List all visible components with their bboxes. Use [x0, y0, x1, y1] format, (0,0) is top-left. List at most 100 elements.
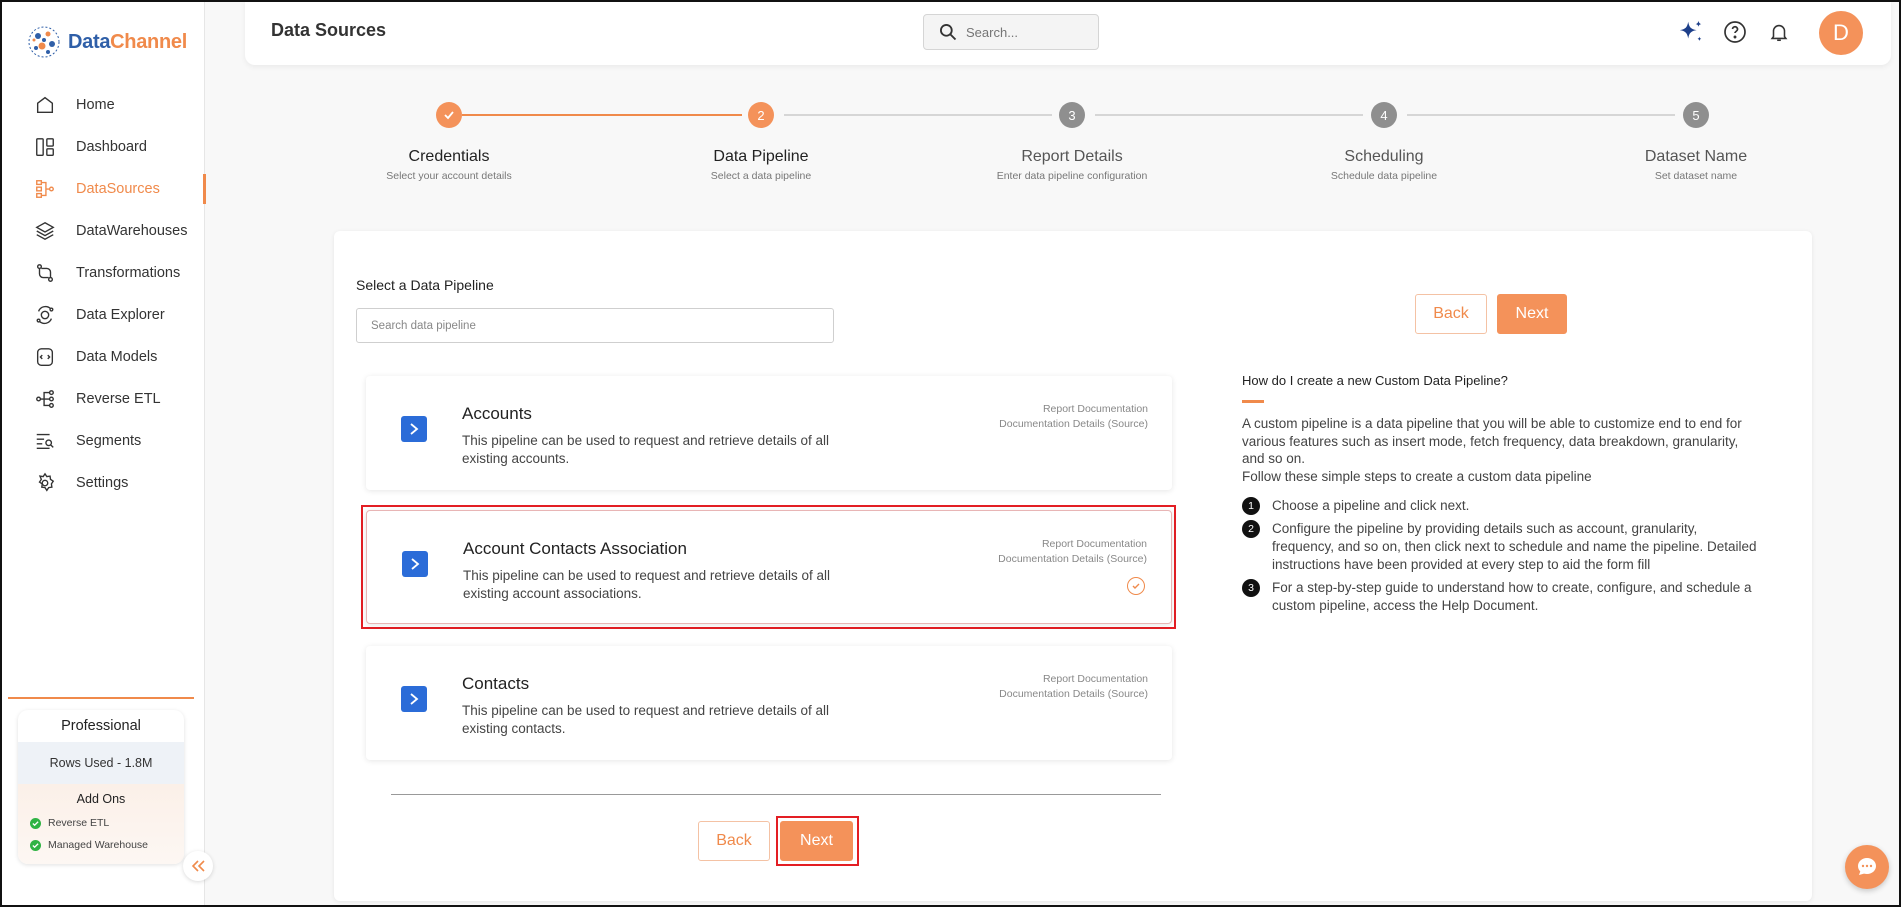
sidebar-item-label: Segments [76, 433, 142, 449]
sidebar-item-transformations[interactable]: Transformations [0, 252, 205, 294]
double-chevron-left-icon [191, 860, 205, 872]
sidebar-item-reverse-etl[interactable]: Reverse ETL [0, 378, 205, 420]
ai-sparkle-button[interactable] [1677, 18, 1705, 46]
sidebar-item-data-explorer[interactable]: Data Explorer [0, 294, 205, 336]
logo-text: DataChannel [68, 30, 187, 53]
logo[interactable]: DataChannel [26, 22, 187, 62]
sidebar-item-datasources[interactable]: DataSources [0, 168, 206, 210]
plan-card: Professional Rows Used - 1.8M Add Ons Re… [18, 710, 184, 864]
datachannel-logo-icon [28, 26, 60, 58]
step-5-sub: Set dataset name [1654, 170, 1738, 182]
sidebar-item-label: Data Models [76, 349, 158, 365]
help-steps: 1 Choose a pipeline and click next. 2 Co… [1242, 497, 1762, 615]
sidebar-item-label: Transformations [76, 265, 181, 281]
step-2-label: Data Pipeline [713, 148, 809, 165]
check-circle-icon [30, 839, 41, 851]
avatar[interactable]: D [1819, 11, 1863, 55]
addon-item: Managed Warehouse [18, 834, 184, 856]
pipeline-icon [401, 686, 427, 712]
pipeline-title: Accounts [462, 404, 532, 423]
select-pipeline-label: Select a Data Pipeline [356, 277, 494, 293]
step-1-dot[interactable] [436, 102, 462, 128]
notifications-button[interactable] [1765, 18, 1793, 46]
home-icon [36, 96, 54, 114]
step-3-label: Report Details [1021, 148, 1123, 165]
step-3-dot[interactable]: 3 [1059, 102, 1085, 128]
sidebar-item-data-models[interactable]: Data Models [0, 336, 205, 378]
selected-check-icon [1127, 577, 1145, 595]
pipeline-card-contacts[interactable]: Contacts This pipeline can be used to re… [366, 646, 1172, 760]
help-step: 2 Configure the pipeline by providing de… [1242, 520, 1762, 574]
documentation-details-link[interactable]: Documentation Details (Source) [999, 417, 1148, 432]
global-search[interactable] [923, 14, 1099, 50]
help-button[interactable] [1721, 18, 1749, 46]
sparkle-icon [1679, 20, 1702, 41]
help-panel: How do I create a new Custom Data Pipeli… [1242, 373, 1762, 620]
sidebar-item-label: DataSources [76, 181, 160, 197]
pipeline-selection-card: Select a Data Pipeline Accounts This pip… [334, 231, 1812, 901]
back-button-bottom[interactable]: Back [698, 821, 770, 861]
bell-icon [1770, 24, 1788, 42]
sidebar-item-label: DataWarehouses [76, 223, 188, 239]
addon-item: Reverse ETL [18, 812, 184, 834]
step-connector [1407, 114, 1675, 116]
sidebar-item-segments[interactable]: Segments [0, 420, 205, 462]
step-5-dot[interactable]: 5 [1683, 102, 1709, 128]
sidebar-item-label: Settings [76, 475, 129, 491]
help-step-text: Configure the pipeline by providing deta… [1272, 521, 1757, 572]
sidebar-item-datawarehouses[interactable]: DataWarehouses [0, 210, 205, 252]
help-title: How do I create a new Custom Data Pipeli… [1242, 373, 1508, 388]
pipeline-description: This pipeline can be used to request and… [462, 433, 829, 466]
sidebar-item-settings[interactable]: Settings [0, 462, 205, 504]
step-4-dot[interactable]: 4 [1371, 102, 1397, 128]
step-1-sub: Select your account details [386, 170, 512, 182]
report-documentation-link[interactable]: Report Documentation [999, 672, 1148, 687]
search-icon [940, 24, 957, 41]
help-intro-text-2: Follow these simple steps to create a cu… [1242, 468, 1592, 484]
top-header: Data Sources D [245, 0, 1891, 65]
transform-icon [36, 264, 54, 282]
sidebar: DataChannel Home Dashboard DataSources D… [0, 0, 206, 907]
page-title: Data Sources [271, 20, 387, 40]
step-2-sub: Select a data pipeline [710, 170, 812, 182]
pipeline-links: Report Documentation Documentation Detai… [998, 537, 1147, 567]
gear-icon [38, 472, 55, 492]
pipeline-icon [402, 551, 428, 577]
sidebar-item-dashboard[interactable]: Dashboard [0, 126, 205, 168]
documentation-details-link[interactable]: Documentation Details (Source) [999, 687, 1148, 702]
explorer-icon [36, 305, 54, 325]
pipeline-description: This pipeline can be used to request and… [462, 703, 829, 736]
pipeline-title: Contacts [462, 674, 530, 693]
sidebar-item-label: Data Explorer [76, 307, 165, 323]
help-step: 1 Choose a pipeline and click next. [1242, 497, 1762, 515]
step-2-dot[interactable]: 2 [748, 102, 774, 128]
step-5-label: Dataset Name [1644, 148, 1748, 165]
pipeline-card-account-contacts-association[interactable]: Account Contacts Association This pipeli… [366, 510, 1172, 624]
help-circle-icon [1724, 21, 1746, 43]
pipeline-card-accounts[interactable]: Accounts This pipeline can be used to re… [366, 376, 1172, 490]
divider [391, 794, 1161, 795]
chat-support-button[interactable] [1845, 845, 1889, 889]
back-button-top[interactable]: Back [1415, 294, 1487, 334]
rows-used: Rows Used - 1.8M [18, 742, 184, 784]
sidebar-item-label: Dashboard [76, 139, 147, 155]
step-connector [462, 114, 742, 116]
next-button-top[interactable]: Next [1497, 294, 1567, 334]
models-icon [36, 348, 54, 366]
pipeline-search-input[interactable] [356, 308, 834, 343]
help-step: 3 For a step-by-step guide to understand… [1242, 579, 1762, 615]
report-documentation-link[interactable]: Report Documentation [999, 402, 1148, 417]
step-1-label: Credentials [408, 148, 490, 165]
addon-label: Reverse ETL [48, 817, 110, 829]
documentation-details-link[interactable]: Documentation Details (Source) [998, 552, 1147, 567]
help-intro: A custom pipeline is a data pipeline tha… [1242, 415, 1742, 485]
report-documentation-link[interactable]: Report Documentation [998, 537, 1147, 552]
next-button-bottom[interactable]: Next [780, 821, 853, 861]
search-input[interactable] [966, 24, 1066, 40]
pipeline-links: Report Documentation Documentation Detai… [999, 672, 1148, 702]
step-connector [784, 114, 1052, 116]
collapse-sidebar-button[interactable] [183, 851, 213, 881]
addons-section: Add Ons Reverse ETL Managed Warehouse [18, 784, 184, 864]
help-step-text: For a step-by-step guide to understand h… [1272, 580, 1752, 613]
sidebar-item-home[interactable]: Home [0, 84, 205, 126]
